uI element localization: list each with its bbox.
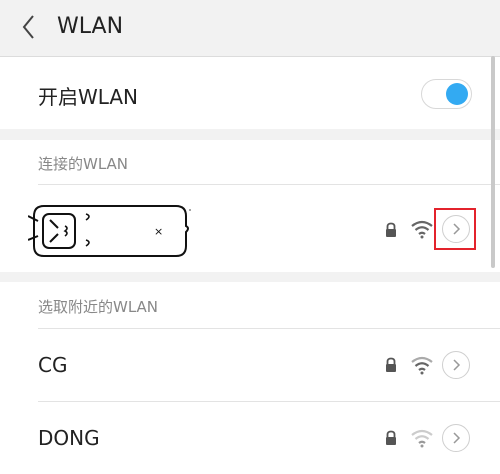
back-arrow-icon[interactable] bbox=[18, 12, 42, 42]
network-name-doodle-image: × bbox=[28, 205, 191, 257]
highlight-annotation bbox=[434, 208, 476, 250]
network-details-button[interactable] bbox=[442, 424, 470, 452]
lock-icon bbox=[386, 430, 396, 445]
top-bar: WLAN bbox=[0, 0, 500, 57]
network-name: DONG bbox=[38, 426, 100, 450]
lock-icon bbox=[386, 357, 396, 372]
wlan-toggle-label: 开启WLAN bbox=[38, 85, 139, 109]
network-details-button[interactable] bbox=[442, 351, 470, 379]
wlan-toggle-switch[interactable] bbox=[421, 79, 472, 109]
svg-text:×: × bbox=[154, 225, 163, 238]
toggle-knob bbox=[446, 83, 468, 105]
lock-icon bbox=[386, 222, 396, 237]
chevron-right-icon bbox=[453, 359, 461, 371]
chevron-right-icon bbox=[453, 432, 461, 444]
wifi-signal-icon bbox=[411, 429, 433, 448]
wifi-signal-icon bbox=[411, 220, 433, 239]
wifi-signal-icon bbox=[411, 356, 433, 375]
divider bbox=[38, 401, 500, 402]
connected-section-title: 连接的WLAN bbox=[38, 155, 129, 173]
divider bbox=[38, 328, 500, 329]
nearby-section-title: 选取附近的WLAN bbox=[38, 298, 159, 316]
network-name: CG bbox=[38, 353, 68, 377]
page-title: WLAN bbox=[57, 14, 124, 39]
scrollbar[interactable] bbox=[491, 56, 495, 268]
divider bbox=[38, 184, 500, 185]
